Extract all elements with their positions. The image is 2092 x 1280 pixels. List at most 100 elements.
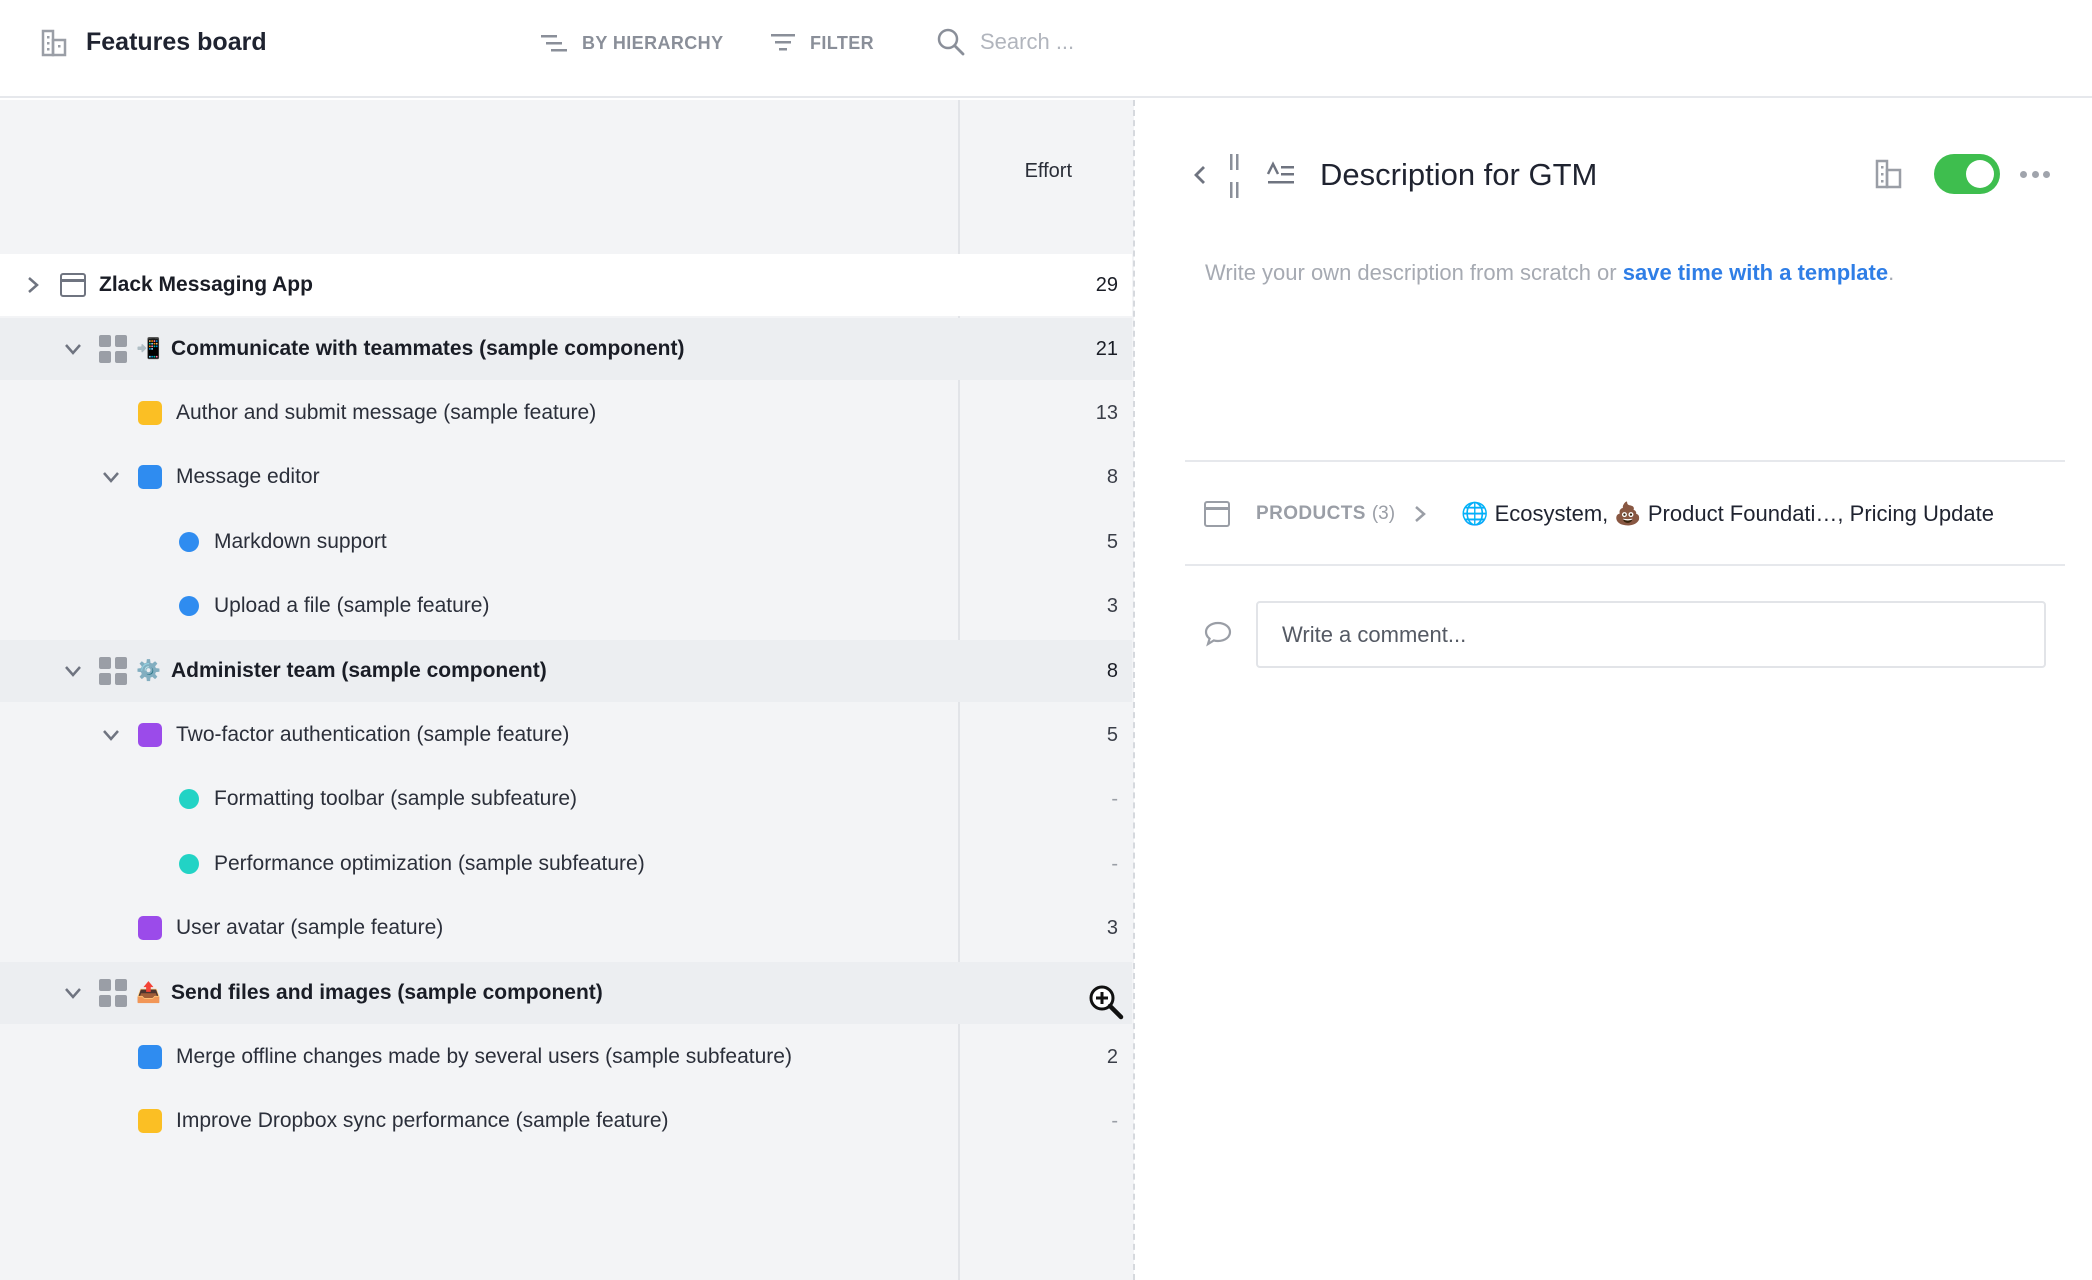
feature-status-icon xyxy=(138,1045,162,1069)
row-effort[interactable]: - xyxy=(1058,788,1118,811)
products-values[interactable]: 🌐 Ecosystem, 💩 Product Foundati…, Pricin… xyxy=(1461,501,1994,527)
row-effort[interactable]: 29 xyxy=(1058,274,1118,297)
mobile-phone-icon: 📲 xyxy=(136,338,161,360)
table-row[interactable]: Author and submit message (sample featur… xyxy=(0,382,1132,444)
panel-title: Description for GTM xyxy=(1320,157,1598,192)
table-row[interactable]: 📲 Communicate with teammates (sample com… xyxy=(0,318,1132,380)
table-row[interactable]: Performance optimization (sample subfeat… xyxy=(0,833,1132,895)
row-effort[interactable]: - xyxy=(1058,1110,1118,1133)
row-effort[interactable]: 3 xyxy=(1058,917,1118,940)
description-prompt-period: . xyxy=(1888,260,1895,285)
table-row[interactable]: Message editor 8 xyxy=(0,446,1132,508)
org-chart-icon[interactable] xyxy=(1874,158,1904,190)
feature-status-icon xyxy=(138,1109,162,1133)
divider xyxy=(1185,460,2065,462)
products-label[interactable]: PRODUCTS xyxy=(1256,503,1366,525)
filter-icon xyxy=(771,34,795,51)
chevron-left-icon[interactable] xyxy=(1188,160,1212,190)
group-by-hierarchy-button[interactable]: BY HIERARCHY xyxy=(540,28,724,58)
products-count: (3) xyxy=(1371,503,1396,524)
row-effort[interactable]: - xyxy=(1058,853,1118,876)
table-row[interactable]: Improve Dropbox sync performance (sample… xyxy=(0,1090,1132,1152)
chevron-right-icon[interactable] xyxy=(22,274,44,296)
group-by-hierarchy-label: BY HIERARCHY xyxy=(582,32,724,53)
template-link[interactable]: save time with a template xyxy=(1623,260,1888,285)
row-effort[interactable]: 8 xyxy=(1058,660,1118,683)
drag-handle-icon[interactable] xyxy=(1228,152,1242,200)
search-icon xyxy=(937,28,965,56)
row-label: Send files and images (sample component) xyxy=(171,981,603,1004)
row-effort[interactable]: 5 xyxy=(1058,724,1118,747)
table-row[interactable]: Zlack Messaging App 29 xyxy=(0,254,1132,316)
row-label: Upload a file (sample feature) xyxy=(214,594,490,617)
table-row[interactable]: 📤 Send files and images (sample componen… xyxy=(0,962,1132,1024)
chevron-right-icon[interactable] xyxy=(1413,504,1427,524)
row-label: Improve Dropbox sync performance (sample… xyxy=(176,1109,669,1132)
subfeature-status-icon xyxy=(179,596,199,616)
subfeature-status-icon xyxy=(179,854,199,874)
table-row[interactable]: ⚙️ Administer team (sample component) 8 xyxy=(0,640,1132,702)
feature-status-icon xyxy=(138,723,162,747)
effort-column-header[interactable]: Effort xyxy=(960,160,1112,183)
gear-icon: ⚙️ xyxy=(136,660,161,682)
subfeature-status-icon xyxy=(179,532,199,552)
row-label: Markdown support xyxy=(214,530,387,553)
table-row[interactable]: Markdown support 5 xyxy=(0,511,1132,573)
chevron-down-icon[interactable] xyxy=(62,982,84,1004)
more-horizontal-icon[interactable] xyxy=(2020,160,2050,188)
pane-resize-handle[interactable] xyxy=(1133,100,1135,1280)
search-box xyxy=(936,24,1196,60)
row-label: Formatting toolbar (sample subfeature) xyxy=(214,787,577,810)
visibility-toggle[interactable] xyxy=(1934,154,2000,194)
row-effort[interactable]: 2 xyxy=(1058,1046,1118,1069)
row-label: Administer team (sample component) xyxy=(171,659,547,682)
outbox-tray-icon: 📤 xyxy=(136,982,161,1004)
description-prompt-text: Write your own description from scratch … xyxy=(1205,260,1623,285)
table-row[interactable]: Formatting toolbar (sample subfeature) - xyxy=(0,768,1132,830)
table-row[interactable]: User avatar (sample feature) 3 xyxy=(0,897,1132,959)
chevron-down-icon[interactable] xyxy=(100,466,122,488)
row-effort[interactable]: 3 xyxy=(1058,595,1118,618)
comment-box xyxy=(1256,601,2046,668)
subfeature-status-icon xyxy=(179,789,199,809)
table-row[interactable]: Merge offline changes made by several us… xyxy=(0,1026,1132,1088)
row-effort[interactable]: 8 xyxy=(1058,466,1118,489)
org-chart-icon xyxy=(41,29,67,57)
speech-bubble-icon xyxy=(1204,621,1232,647)
component-icon xyxy=(99,657,127,685)
row-effort[interactable]: 13 xyxy=(1058,402,1118,425)
feature-status-icon xyxy=(138,465,162,489)
row-label: Author and submit message (sample featur… xyxy=(176,401,597,424)
zoom-in-cursor-icon xyxy=(1089,985,1124,1020)
row-effort[interactable]: 5 xyxy=(1058,531,1118,554)
row-label: Two-factor authentication (sample featur… xyxy=(176,723,570,746)
toggle-knob xyxy=(1966,160,1994,188)
top-bar: Features board BY HIERARCHY FILTER xyxy=(0,0,2092,98)
component-icon xyxy=(99,335,127,363)
filter-button[interactable]: FILTER xyxy=(770,28,874,58)
row-label: Message editor xyxy=(176,465,320,488)
table-row[interactable]: Upload a file (sample feature) 3 xyxy=(0,575,1132,637)
chevron-down-icon[interactable] xyxy=(100,724,122,746)
page-title: Features board xyxy=(86,28,267,56)
table-row[interactable]: Two-factor authentication (sample featur… xyxy=(0,704,1132,766)
chevron-down-icon[interactable] xyxy=(62,660,84,682)
row-effort[interactable]: 21 xyxy=(1058,338,1118,361)
chevron-down-icon[interactable] xyxy=(62,338,84,360)
description-prompt[interactable]: Write your own description from scratch … xyxy=(1205,260,1894,286)
row-label: Merge offline changes made by several us… xyxy=(176,1045,792,1068)
row-label: User avatar (sample feature) xyxy=(176,916,444,939)
hierarchy-icon xyxy=(541,35,567,52)
row-label: Communicate with teammates (sample compo… xyxy=(171,337,685,360)
feature-status-icon xyxy=(138,401,162,425)
row-label: Zlack Messaging App xyxy=(99,273,313,296)
search-input[interactable] xyxy=(980,29,1180,55)
filter-label: FILTER xyxy=(810,32,875,53)
product-icon xyxy=(1204,501,1230,527)
product-icon xyxy=(60,273,86,297)
feature-status-icon xyxy=(138,916,162,940)
products-field: PRODUCTS (3) 🌐 Ecosystem, 💩 Product Foun… xyxy=(1204,496,1994,532)
component-icon xyxy=(99,979,127,1007)
description-icon xyxy=(1266,161,1294,184)
comment-input[interactable] xyxy=(1282,621,2022,648)
